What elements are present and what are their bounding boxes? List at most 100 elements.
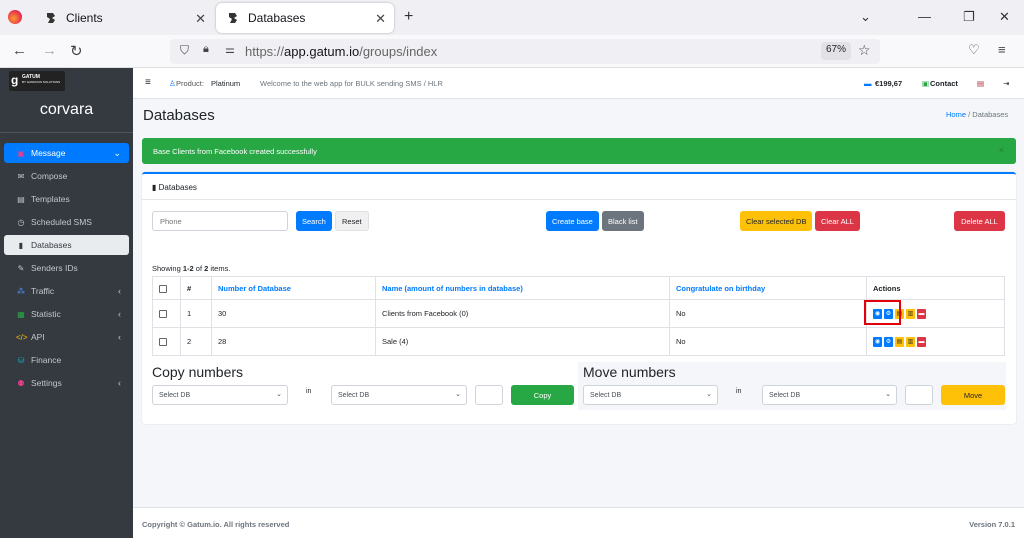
column-header-number[interactable]: Number of Database [211, 276, 376, 300]
hamburger-menu-icon[interactable]: ≡ [145, 77, 151, 88]
feather-icon: ✎ [17, 263, 25, 273]
contact-link[interactable]: Contact [930, 79, 958, 88]
move-source-select[interactable]: Select DB ⌄ [583, 385, 718, 405]
gatum-logo[interactable]: g GATUM BY GANNOUS SOLUTIONS [9, 71, 65, 91]
restore-icon[interactable]: ❐ [963, 9, 975, 25]
breadcrumb-home[interactable]: Home [946, 110, 966, 119]
sidebar-item-api[interactable]: </> API ‹ [4, 327, 129, 347]
traffic-icon: ⁂ [17, 286, 25, 296]
tab-title: Databases [248, 11, 306, 25]
chevron-down-icon: ⌄ [276, 391, 282, 398]
url-text[interactable]: https://app.gatum.io/groups/index [245, 44, 437, 59]
back-icon[interactable]: ← [12, 42, 27, 59]
column-header-index: # [180, 276, 212, 300]
select-all-checkbox[interactable] [159, 284, 167, 293]
chevron-down-icon: ⌄ [885, 391, 891, 398]
move-target-select[interactable]: Select DB ⌄ [762, 385, 897, 405]
browser-tab-clients[interactable]: Clients ✕ [34, 3, 214, 33]
tab-list-icon[interactable]: ⌄ [860, 9, 871, 25]
gatum-favicon-icon [44, 11, 60, 25]
bookmark-star-icon[interactable]: ☆ [858, 42, 871, 59]
balance[interactable]: €199,67 [875, 79, 902, 88]
sidebar-item-statistic[interactable]: ▦ Statistic ‹ [4, 304, 129, 324]
select-value: Select DB [769, 392, 801, 399]
alert-message: Base Clients from Facebook created succe… [153, 147, 317, 156]
column-header-name[interactable]: Name (amount of numbers in database) [375, 276, 670, 300]
move-in-label: in [736, 388, 742, 395]
browser-tab-databases[interactable]: Databases ✕ [216, 3, 394, 33]
copy-button[interactable]: Copy [511, 385, 574, 405]
select-all-cell [152, 276, 181, 300]
tab-title: Clients [66, 11, 103, 25]
reset-button[interactable]: Reset [335, 211, 369, 231]
row-checkbox[interactable] [159, 338, 167, 346]
close-window-icon[interactable]: ✕ [999, 9, 1010, 25]
templates-icon: ▤ [17, 194, 25, 204]
database-icon: ▮ [152, 183, 157, 192]
move-button[interactable]: Move [941, 385, 1005, 405]
export-icon[interactable]: ▤ [895, 336, 904, 347]
reload-icon[interactable]: ↻ [70, 42, 83, 60]
browser-tab-bar: Clients ✕ Databases ✕ + ⌄ — ❐ ✕ [0, 0, 1024, 35]
sidebar-item-message[interactable]: ▣ Message ⌄ [4, 143, 129, 163]
phone-search-input[interactable] [152, 211, 288, 231]
footer: Copyright © Gatum.io. All rights reserve… [133, 507, 1024, 538]
minimize-icon[interactable]: — [918, 9, 931, 24]
sidebar-item-traffic[interactable]: ⁂ Traffic ‹ [4, 281, 129, 301]
copy-source-select[interactable]: Select DB ⌄ [152, 385, 288, 405]
sidebar: g GATUM BY GANNOUS SOLUTIONS corvara ▣ M… [0, 68, 133, 538]
close-tab-icon[interactable]: ✕ [195, 11, 206, 27]
clear-all-button[interactable]: Clear ALL [815, 211, 860, 231]
divider [0, 132, 133, 133]
firefox-icon[interactable] [8, 10, 22, 24]
menu-icon[interactable]: ≡ [998, 42, 1006, 57]
delete-icon[interactable]: ▬ [917, 308, 926, 319]
sidebar-item-settings[interactable]: ⚉ Settings ‹ [4, 373, 129, 393]
column-header-birthday[interactable]: Congratulate on birthday [669, 276, 867, 300]
search-button[interactable]: Search [296, 211, 332, 231]
delete-all-button[interactable]: Delete ALL [954, 211, 1005, 231]
copy-icon[interactable]: ▥ [906, 308, 915, 319]
forward-icon[interactable]: → [42, 42, 57, 59]
close-tab-icon[interactable]: ✕ [375, 11, 386, 27]
sidebar-item-databases[interactable]: ▮ Databases [4, 235, 129, 255]
us-flag-icon[interactable]: ▤ [977, 79, 984, 88]
settings-icon[interactable]: ⚙ [884, 336, 893, 347]
pocket-icon[interactable]: ♡ [968, 42, 980, 58]
delete-icon[interactable]: ▬ [917, 336, 926, 347]
wallet-icon: ▬ [864, 79, 872, 88]
databases-card: ▮ Databases Search Reset Create base Bla… [142, 172, 1016, 424]
create-base-button[interactable]: Create base [546, 211, 599, 231]
copy-target-select[interactable]: Select DB ⌄ [331, 385, 467, 405]
user-icon: ♙ [169, 79, 176, 88]
shield-icon[interactable]: ⛉ [180, 43, 189, 58]
sidebar-item-label: Traffic [31, 286, 55, 296]
code-icon: </> [16, 332, 28, 342]
new-tab-icon[interactable]: + [404, 8, 413, 26]
sidebar-item-finance[interactable]: ⛁ Finance [4, 350, 129, 370]
move-amount-input[interactable] [905, 385, 933, 405]
sidebar-item-templates[interactable]: ▤ Templates [4, 189, 129, 209]
logout-icon[interactable]: ⇥ [1003, 79, 1009, 88]
clear-selected-db-button[interactable]: Clear selected DB [740, 211, 813, 231]
envelope-icon: ✉ [17, 171, 25, 181]
select-value: Select DB [159, 392, 191, 399]
row-number: 30 [211, 299, 376, 328]
copy-icon[interactable]: ▥ [906, 336, 915, 347]
sidebar-item-label: Compose [31, 171, 68, 181]
url-bar[interactable]: ⛉ 🔒︎ ⚌ https://app.gatum.io/groups/index… [170, 39, 880, 64]
permissions-icon[interactable]: ⚌ [225, 43, 235, 56]
view-icon[interactable]: ◉ [873, 336, 882, 347]
zoom-level[interactable]: 67% [821, 42, 852, 60]
row-checkbox[interactable] [159, 310, 167, 318]
breadcrumb-separator: / [968, 110, 971, 119]
black-list-button[interactable]: Black list [602, 211, 644, 231]
sidebar-item-label: API [31, 332, 45, 342]
sidebar-item-scheduled-sms[interactable]: ◷ Scheduled SMS [4, 212, 129, 232]
lock-icon[interactable]: 🔒︎ [203, 43, 209, 56]
close-alert-icon[interactable]: × [999, 145, 1004, 155]
row-actions: ◉ ⚙ ▤ ▥ ▬ [866, 327, 1005, 356]
sidebar-item-senders-ids[interactable]: ✎ Senders IDs [4, 258, 129, 278]
sidebar-item-compose[interactable]: ✉ Compose [4, 166, 129, 186]
copy-amount-input[interactable] [475, 385, 503, 405]
